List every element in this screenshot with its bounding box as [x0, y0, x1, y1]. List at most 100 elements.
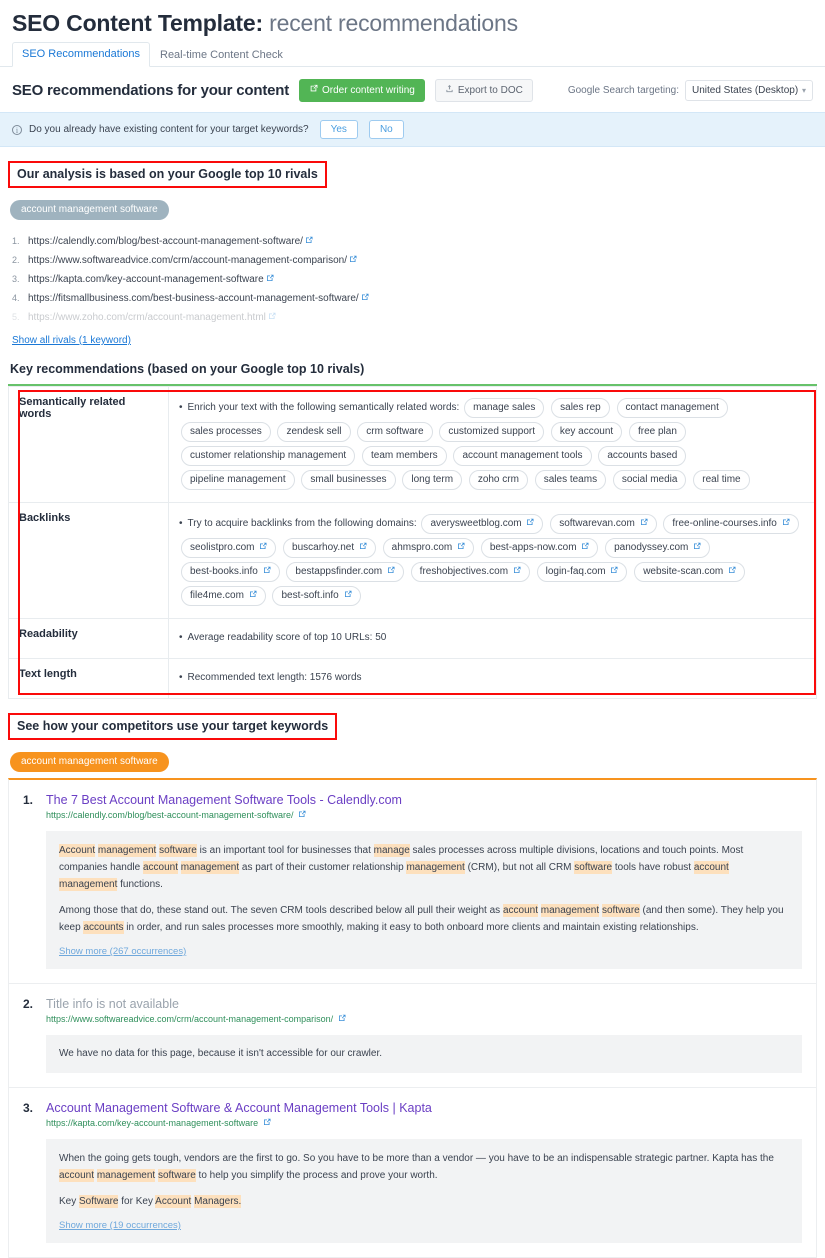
banner-no-button[interactable]: No [368, 120, 404, 139]
recommendation-text: Try to acquire backlinks from the follow… [179, 512, 808, 608]
recommendation-label: Semantically related words [8, 386, 169, 503]
recommendation-label: Readability [8, 618, 169, 659]
order-content-writing-button[interactable]: Order content writing [299, 79, 425, 102]
backlink-domain-chip[interactable]: averysweetblog.com [421, 514, 544, 534]
recommendation-label: Text length [8, 658, 169, 699]
show-more-link[interactable]: Show more (267 occurrences) [59, 946, 186, 957]
rival-url-item[interactable]: https://fitsmallbusiness.com/best-busine… [12, 289, 825, 308]
related-word-chip[interactable]: sales rep [551, 398, 610, 418]
rival-url-text: https://fitsmallbusiness.com/best-busine… [28, 293, 359, 304]
rival-url-item[interactable]: https://calendly.com/blog/best-account-m… [12, 232, 825, 251]
competitor-url[interactable]: https://calendly.com/blog/best-account-m… [46, 809, 802, 821]
keyword-highlight: Account [155, 1195, 192, 1208]
export-to-doc-button[interactable]: Export to DOC [434, 79, 533, 102]
competitor-url-text: https://calendly.com/blog/best-account-m… [46, 810, 294, 820]
competitors-list: 1. The 7 Best Account Management Software… [8, 778, 817, 1258]
competitor-body: The 7 Best Account Management Software T… [46, 792, 802, 969]
chip-label: crm software [366, 426, 424, 437]
competitor-item: 3. Account Management Software & Account … [9, 1088, 816, 1257]
targeting-label: Google Search targeting: [567, 85, 679, 96]
chip-label: sales teams [543, 474, 598, 485]
external-link-icon [344, 590, 352, 600]
backlink-domain-chip[interactable]: file4me.com [181, 586, 266, 606]
rivals-keyword-badge[interactable]: account management software [10, 200, 169, 220]
external-link-icon [268, 312, 276, 322]
related-word-chip[interactable]: free plan [628, 422, 686, 442]
external-link-icon [349, 255, 357, 265]
chip-label: sales processes [190, 426, 262, 437]
chip-label: zoho crm [477, 474, 519, 485]
backlink-domain-chip[interactable]: panodyssey.com [605, 538, 711, 558]
show-more-link[interactable]: Show more (19 occurrences) [59, 1220, 181, 1231]
competitors-keyword-badge[interactable]: account management software [10, 752, 169, 772]
rival-url-text: https://www.zoho.com/crm/account-managem… [28, 312, 266, 323]
banner-yes-button[interactable]: Yes [319, 120, 358, 139]
related-word-chip[interactable]: long term [402, 470, 463, 490]
rival-url-item[interactable]: https://kapta.com/key-account-management… [12, 270, 825, 289]
competitor-title: Title info is not available [46, 997, 179, 1011]
rivals-url-list: https://calendly.com/blog/best-account-m… [0, 232, 825, 327]
external-link-icon [728, 566, 736, 576]
related-word-chip[interactable]: sales teams [534, 470, 607, 490]
chip-label: pipeline management [190, 474, 286, 485]
related-word-chip[interactable]: manage sales [464, 398, 545, 418]
chip-label: social media [621, 474, 678, 485]
external-link-icon [782, 518, 790, 528]
chip-label: account management tools [462, 450, 583, 461]
related-word-chip[interactable]: sales processes [181, 422, 271, 442]
backlink-domain-chip[interactable]: freshobjectives.com [410, 562, 530, 582]
table-row: Readability Average readability score of … [8, 618, 817, 659]
related-word-chip[interactable]: zoho crm [468, 470, 528, 490]
related-word-chip[interactable]: key account [550, 422, 623, 442]
competitor-title[interactable]: Account Management Software & Account Ma… [46, 1100, 802, 1116]
related-word-chip[interactable]: contact management [616, 398, 728, 418]
external-link-icon [457, 542, 465, 552]
chevron-down-icon: ▾ [801, 86, 806, 95]
rival-url-item[interactable]: https://www.softwareadvice.com/crm/accou… [12, 251, 825, 270]
external-link-icon [263, 1118, 271, 1128]
backlink-domain-chip[interactable]: ahmspro.com [382, 538, 475, 558]
backlink-domain-chip[interactable]: website-scan.com [634, 562, 746, 582]
competitor-snippet-box: When the going gets tough, vendors are t… [46, 1139, 802, 1243]
related-word-chip[interactable]: zendesk sell [277, 422, 351, 442]
related-word-chip[interactable]: crm software [357, 422, 433, 442]
backlink-domain-chip[interactable]: free-online-courses.info [663, 514, 799, 534]
show-all-rivals-link[interactable]: Show all rivals (1 keyword) [12, 335, 131, 346]
competitor-url[interactable]: https://www.softwareadvice.com/crm/accou… [46, 1013, 802, 1025]
related-word-chip[interactable]: customized support [439, 422, 545, 442]
tab-seo-recommendations[interactable]: SEO Recommendations [12, 42, 150, 67]
keyword-highlight: Managers. [194, 1195, 242, 1208]
backlink-domain-chip[interactable]: bestappsfinder.com [286, 562, 404, 582]
backlink-domain-chip[interactable]: best-apps-now.com [480, 538, 599, 558]
related-word-chip[interactable]: account management tools [453, 446, 592, 466]
page-title-main: SEO Content Template: [12, 10, 263, 36]
backlink-domain-chip[interactable]: best-books.info [181, 562, 280, 582]
competitor-title[interactable]: The 7 Best Account Management Software T… [46, 792, 802, 808]
backlink-domain-chip[interactable]: best-soft.info [272, 586, 361, 606]
keyword-highlight: management [540, 904, 600, 917]
keyword-highlight: management [180, 861, 240, 874]
backlink-domain-chip[interactable]: login-faq.com [536, 562, 628, 582]
existing-content-banner: i Do you already have existing content f… [0, 112, 825, 147]
rival-url-item[interactable]: https://www.zoho.com/crm/account-managem… [12, 308, 825, 327]
targeting-value: United States (Desktop) [692, 85, 799, 96]
backlink-domain-chip[interactable]: seolistpro.com [181, 538, 277, 558]
related-word-chip[interactable]: social media [612, 470, 687, 490]
tab-real-time-content-check[interactable]: Real-time Content Check [150, 43, 293, 67]
related-word-chip[interactable]: team members [361, 446, 447, 466]
backlink-domain-chip[interactable]: buscarhoy.net [283, 538, 376, 558]
chip-label: free plan [637, 426, 677, 437]
related-word-chip[interactable]: small businesses [301, 470, 396, 490]
related-word-chip[interactable]: accounts based [598, 446, 687, 466]
related-word-chip[interactable]: pipeline management [181, 470, 295, 490]
related-word-chip[interactable]: real time [693, 470, 750, 490]
external-link-icon [305, 236, 313, 246]
tab-bar: SEO Recommendations Real-time Content Ch… [0, 42, 825, 67]
targeting-select[interactable]: United States (Desktop) ▾ [685, 80, 813, 101]
competitor-url[interactable]: https://kapta.com/key-account-management… [46, 1117, 802, 1129]
backlink-domain-chip[interactable]: softwarevan.com [550, 514, 657, 534]
related-word-chip[interactable]: customer relationship management [181, 446, 356, 466]
recommendation-value: Enrich your text with the following sema… [168, 386, 817, 503]
pencil-square-icon [309, 84, 318, 97]
recommendation-text: Average readability score of top 10 URLs… [179, 628, 808, 648]
